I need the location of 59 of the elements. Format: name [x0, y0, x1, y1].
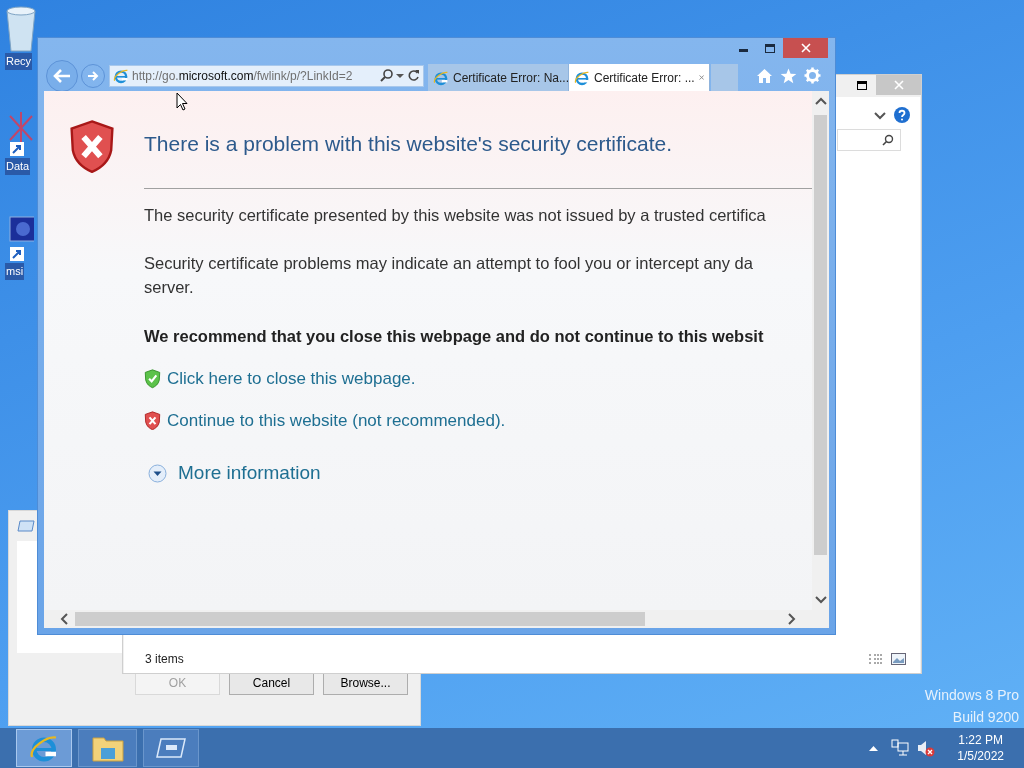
search-icon	[882, 134, 894, 146]
ie-logo-icon	[433, 69, 449, 86]
desktop-icon-label: msi	[5, 263, 25, 280]
recycle-bin-icon[interactable]	[4, 5, 38, 53]
dropdown-caret-icon[interactable]	[396, 72, 404, 79]
ie-logo-icon	[29, 733, 59, 763]
settings-icon[interactable]	[804, 67, 821, 84]
help-icon[interactable]	[894, 107, 910, 123]
scrollbar-thumb[interactable]	[814, 115, 827, 555]
action-link[interactable]: Click here to close this webpage.	[167, 366, 416, 392]
description-text: Security certificate problems may indicate an attempt to fool you or intercept any da server.	[144, 252, 754, 298]
desktop-icon-label: Recy	[5, 53, 33, 70]
edition-text: Windows 8 Pro	[924, 686, 1019, 705]
muted-speaker-icon[interactable]	[917, 739, 936, 757]
address-text: http://go.microsoft.com/fwlink/p/?LinkId=2	[132, 67, 353, 85]
thumbnail-view-icon[interactable]	[891, 653, 906, 665]
scrollbar-thumb[interactable]	[75, 612, 645, 626]
window-icon	[156, 737, 186, 759]
show-hidden-icons[interactable]	[869, 745, 879, 751]
browser-tab[interactable]: Certificate Error: ...	[569, 64, 710, 91]
vertical-scrollbar[interactable]	[812, 91, 829, 610]
status-text: 3 items	[145, 651, 184, 668]
ie-logo-icon	[113, 67, 129, 84]
error-shield-icon	[68, 119, 116, 175]
more-information-link[interactable]: More information	[178, 459, 321, 488]
window-icon	[17, 519, 35, 533]
refresh-icon[interactable]	[407, 69, 420, 82]
search-field[interactable]	[837, 129, 901, 151]
check-shield-icon	[144, 369, 161, 389]
folder-icon	[91, 734, 124, 762]
x-shield-icon	[144, 410, 161, 431]
recommendation-text: We recommend that you close this webpage and do not continue to this websit	[144, 325, 765, 347]
star-icon[interactable]	[780, 67, 797, 84]
home-icon[interactable]	[756, 67, 773, 84]
clock-time[interactable]: 1:22 PM	[958, 732, 1003, 748]
taskbar-button[interactable]	[143, 729, 199, 767]
browser-tab[interactable]: Certificate Error: Na...	[428, 64, 569, 91]
description-text: The security certificate presented by this website was not issued by a trusted certifica	[144, 204, 767, 226]
expand-icon[interactable]	[148, 464, 167, 483]
close-icon	[893, 80, 904, 90]
close-tab-icon[interactable]	[698, 73, 704, 82]
taskbar-button[interactable]	[78, 729, 137, 767]
action-link[interactable]: Continue to this website (not recommended).	[167, 407, 506, 434]
horizontal-scrollbar[interactable]	[44, 610, 812, 628]
back-button[interactable]	[46, 59, 78, 92]
network-icon[interactable]	[891, 739, 910, 757]
ie-logo-icon	[574, 69, 590, 86]
details-view-icon[interactable]	[868, 653, 884, 665]
clock-date[interactable]: 1/5/2022	[957, 748, 1004, 764]
taskbar-button[interactable]	[16, 729, 72, 767]
close-icon	[800, 43, 811, 53]
edition-text: Build 9200	[952, 708, 1019, 727]
forward-arrow-icon	[87, 70, 99, 81]
search-icon[interactable]	[380, 69, 393, 82]
address-bar[interactable]: http://go.microsoft.com/fwlink/p/?LinkId=2	[109, 64, 424, 87]
error-heading: There is a problem with this website's security certificate.	[144, 131, 674, 157]
back-arrow-icon	[53, 68, 71, 83]
cursor-icon	[176, 92, 188, 111]
desktop-icon-label: Data	[5, 158, 31, 175]
